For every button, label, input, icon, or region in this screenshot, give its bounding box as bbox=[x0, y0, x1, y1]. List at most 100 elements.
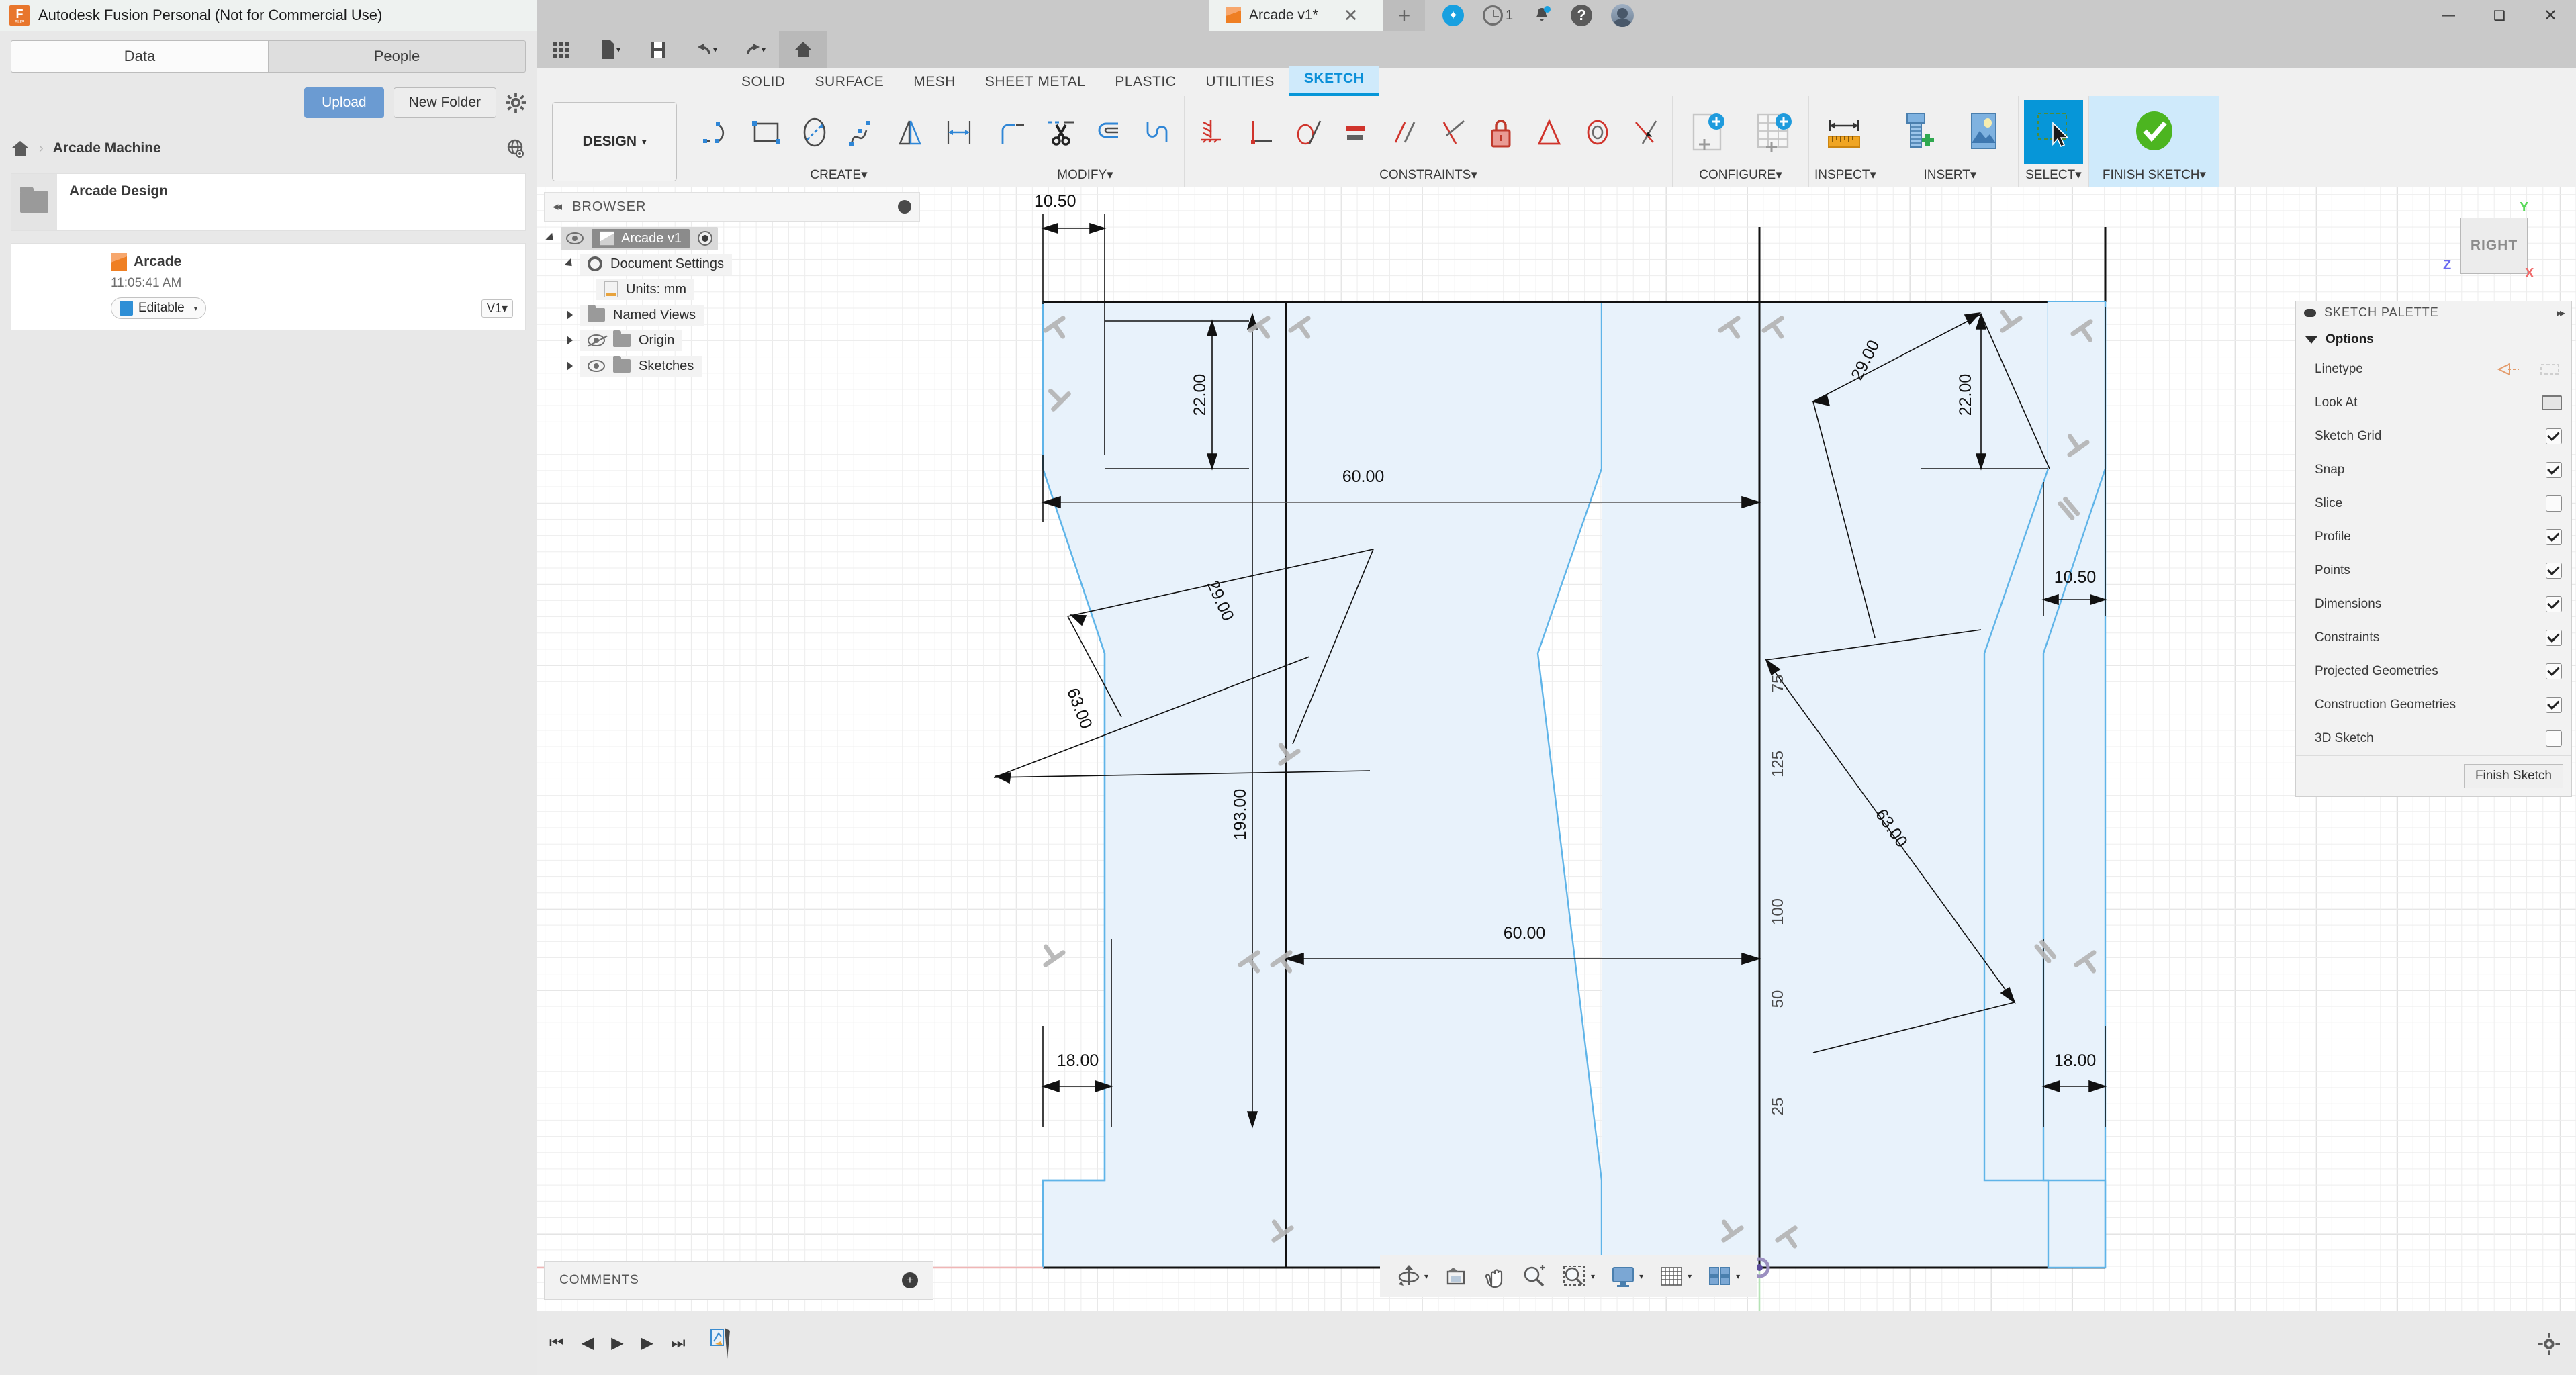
dimension-label[interactable]: 10.50 bbox=[2054, 568, 2097, 587]
display-settings-button[interactable]: ▾ bbox=[1603, 1265, 1651, 1288]
zoom-button[interactable] bbox=[1514, 1265, 1555, 1288]
linetype-centerline-icon[interactable] bbox=[2497, 361, 2520, 377]
ellipse-icon[interactable] bbox=[794, 107, 835, 157]
rectangle-icon[interactable] bbox=[745, 107, 787, 157]
gear-icon[interactable] bbox=[506, 93, 526, 113]
list-item[interactable]: Arcade Design bbox=[11, 173, 526, 231]
tangent-icon[interactable] bbox=[1287, 107, 1328, 157]
panel-inspect-label[interactable]: INSPECT▾ bbox=[1814, 167, 1876, 183]
zoom-window-button[interactable]: ▾ bbox=[1555, 1265, 1603, 1288]
skip-end-icon[interactable]: ⏭ bbox=[671, 1334, 686, 1353]
spline-icon[interactable] bbox=[842, 107, 884, 157]
fix-icon[interactable] bbox=[1190, 107, 1232, 157]
finish-sketch-button[interactable]: Finish Sketch bbox=[2463, 764, 2563, 788]
pan-button[interactable] bbox=[1475, 1264, 1514, 1288]
panel-configure-label[interactable]: CONFIGURE▾ bbox=[1678, 167, 1803, 183]
dimension-label[interactable]: 22.00 bbox=[1956, 374, 1975, 416]
comments-panel[interactable]: COMMENTS + bbox=[544, 1261, 933, 1300]
parallel-icon[interactable] bbox=[1383, 107, 1425, 157]
fillet-icon[interactable] bbox=[992, 107, 1033, 157]
sketch-timeline-icon[interactable] bbox=[710, 1327, 733, 1360]
dimension-label[interactable]: 60.00 bbox=[1342, 467, 1385, 486]
slice-checkbox[interactable] bbox=[2546, 495, 2562, 512]
tree-node-units[interactable]: Units: mm bbox=[544, 277, 920, 302]
perpendicular-icon[interactable] bbox=[1432, 107, 1473, 157]
tree-node-named-views[interactable]: Named Views bbox=[544, 302, 920, 328]
bell-icon[interactable] bbox=[1532, 5, 1552, 26]
panel-create-label[interactable]: CREATE▾ bbox=[697, 167, 980, 183]
insert-mcmaster-icon[interactable] bbox=[1888, 100, 1947, 164]
browser-menu-icon[interactable] bbox=[898, 200, 911, 214]
orbit-button[interactable]: ▾ bbox=[1389, 1264, 1436, 1289]
visibility-eye-icon[interactable] bbox=[566, 232, 584, 244]
view-cube-face[interactable]: RIGHT bbox=[2460, 218, 2528, 274]
dimension-18-left[interactable] bbox=[1041, 939, 1113, 1127]
panel-insert-label[interactable]: INSERT▾ bbox=[1888, 167, 2013, 183]
step-back-icon[interactable]: ◀ bbox=[582, 1333, 594, 1353]
app-grid-icon[interactable] bbox=[537, 31, 586, 68]
trim-icon[interactable] bbox=[1040, 107, 1082, 157]
projected-geometries-checkbox[interactable] bbox=[2546, 663, 2562, 679]
chevron-down-icon[interactable]: ▾ bbox=[1639, 1272, 1643, 1281]
gear-icon[interactable] bbox=[2538, 1333, 2560, 1355]
dimension-label[interactable]: 22.00 bbox=[1191, 374, 1209, 416]
equal-icon[interactable] bbox=[1335, 107, 1377, 157]
horizontal-vertical-icon[interactable] bbox=[1238, 107, 1280, 157]
undo-button[interactable]: ▾ bbox=[682, 31, 731, 68]
break-icon[interactable] bbox=[1137, 107, 1179, 157]
upload-button[interactable]: Upload bbox=[304, 87, 384, 118]
visibility-eye-icon[interactable] bbox=[588, 360, 605, 372]
play-icon[interactable]: ▶ bbox=[611, 1333, 623, 1353]
dimension-label[interactable]: 10.50 bbox=[1034, 192, 1076, 211]
tab-mesh[interactable]: MESH bbox=[899, 69, 970, 96]
dimension-label[interactable]: 193.00 bbox=[1231, 789, 1250, 840]
sparkle-icon[interactable]: ✦ bbox=[1442, 5, 1464, 26]
look-at-button[interactable] bbox=[1436, 1265, 1475, 1288]
close-icon[interactable]: ✕ bbox=[1344, 5, 1359, 26]
add-comment-icon[interactable]: + bbox=[902, 1272, 918, 1288]
chevron-down-icon[interactable]: ▾ bbox=[1424, 1272, 1428, 1281]
panel-finish-sketch-label[interactable]: FINISH SKETCH▾ bbox=[2103, 167, 2206, 183]
concentric-icon[interactable] bbox=[1577, 107, 1618, 157]
tab-solid[interactable]: SOLID bbox=[727, 69, 800, 96]
view-cube[interactable]: RIGHT Y X Z bbox=[2443, 199, 2545, 286]
document-tab[interactable]: Arcade v1* ✕ bbox=[1209, 0, 1383, 31]
dimension-label[interactable]: 60.00 bbox=[1504, 924, 1546, 943]
panel-select-label[interactable]: SELECT▾ bbox=[2024, 167, 2083, 183]
tree-node-origin[interactable]: Origin bbox=[544, 328, 920, 353]
options-section-header[interactable]: Options bbox=[2296, 324, 2571, 352]
avatar[interactable] bbox=[1611, 4, 1635, 27]
coincident-icon[interactable] bbox=[1625, 107, 1667, 157]
dimension-icon[interactable] bbox=[939, 107, 980, 157]
expand-arrow-icon[interactable] bbox=[567, 310, 573, 320]
3d-sketch-checkbox[interactable] bbox=[2546, 730, 2562, 747]
insert-image-icon[interactable] bbox=[1953, 100, 2013, 164]
viewports-button[interactable]: ▾ bbox=[1700, 1265, 1748, 1288]
version-badge[interactable]: V1▾ bbox=[481, 299, 513, 318]
tab-surface[interactable]: SURFACE bbox=[800, 69, 899, 96]
home-button[interactable] bbox=[779, 31, 827, 68]
dimensions-checkbox[interactable] bbox=[2546, 596, 2562, 612]
snap-checkbox[interactable] bbox=[2546, 462, 2562, 478]
tab-plastic[interactable]: PLASTIC bbox=[1100, 69, 1191, 96]
step-forward-icon[interactable]: ▶ bbox=[641, 1333, 653, 1353]
sketch-canvas[interactable]: 10.50 22.00 60.00 29.00 63.00 193.00 18.… bbox=[537, 187, 2576, 1311]
new-tab-button[interactable]: + bbox=[1383, 0, 1425, 31]
lock-icon[interactable] bbox=[1480, 107, 1522, 157]
home-icon[interactable] bbox=[11, 140, 30, 157]
minimize-button[interactable]: — bbox=[2423, 0, 2474, 31]
new-folder-button[interactable]: New Folder bbox=[393, 87, 496, 118]
chevron-down-icon[interactable]: ▾ bbox=[616, 45, 620, 54]
construction-geometries-checkbox[interactable] bbox=[2546, 697, 2562, 713]
offset-icon[interactable] bbox=[1089, 107, 1130, 157]
chevron-down-icon[interactable]: ▾ bbox=[762, 45, 766, 54]
expand-arrow-icon[interactable] bbox=[567, 336, 573, 345]
tab-utilities[interactable]: UTILITIES bbox=[1191, 69, 1289, 96]
measure-icon[interactable] bbox=[1814, 100, 1874, 164]
select-cursor-icon[interactable] bbox=[2023, 100, 2083, 164]
visibility-eye-off-icon[interactable] bbox=[588, 334, 605, 346]
green-check-icon[interactable] bbox=[2125, 100, 2184, 164]
expand-arrow-icon[interactable] bbox=[545, 232, 557, 244]
globe-eye-icon[interactable] bbox=[506, 138, 526, 158]
panel-modify-label[interactable]: MODIFY▾ bbox=[992, 167, 1179, 183]
